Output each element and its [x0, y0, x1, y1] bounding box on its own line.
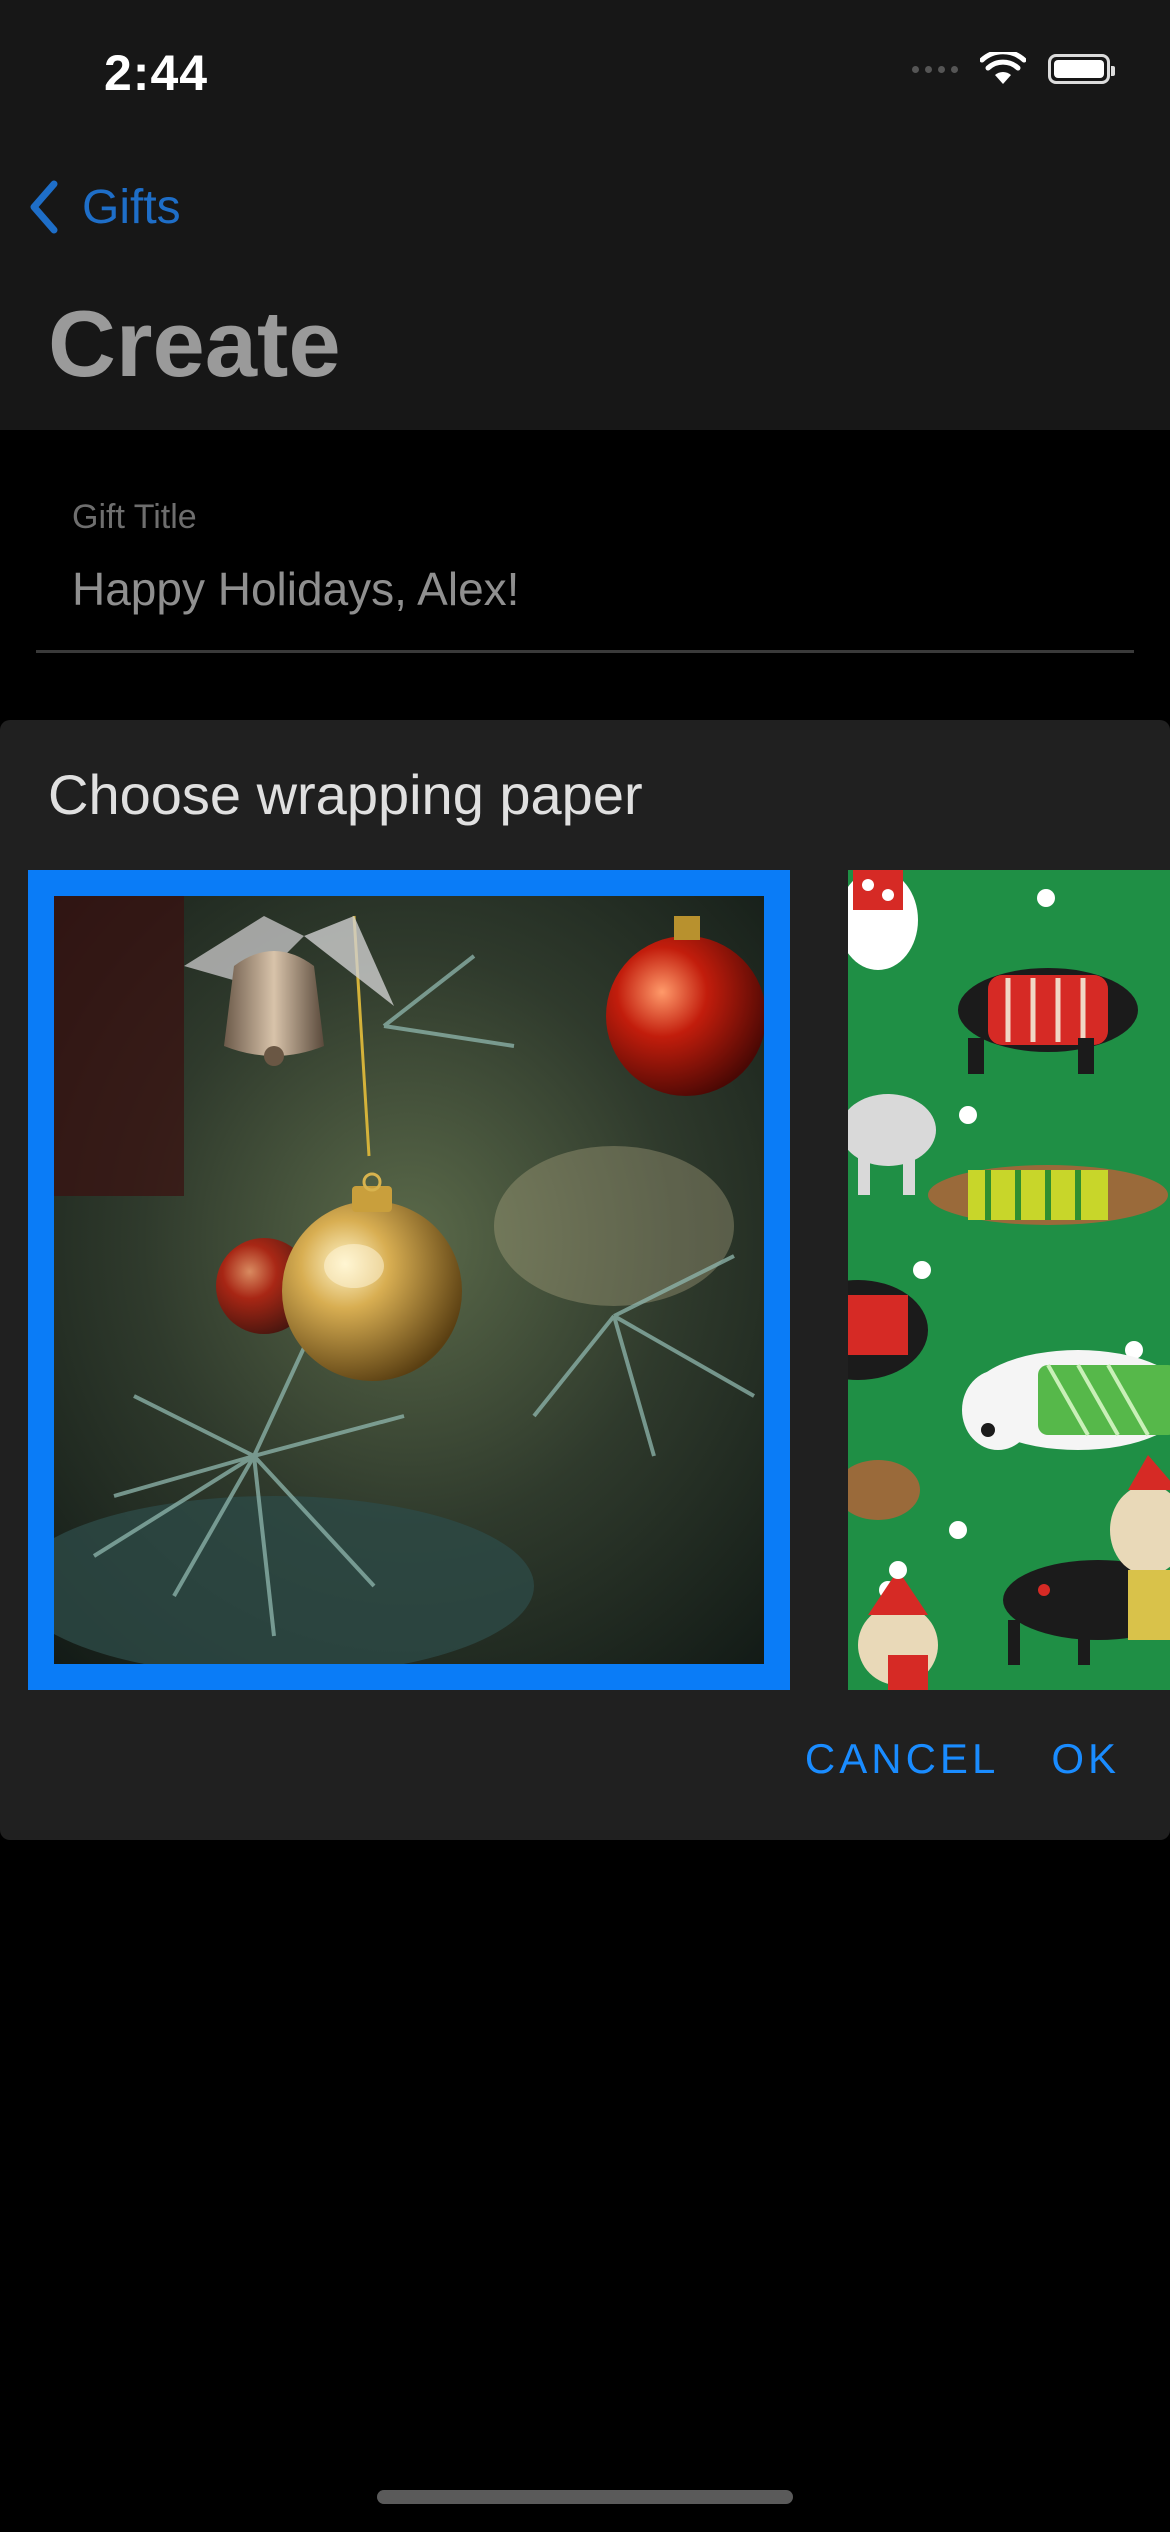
ornaments-image [54, 896, 764, 1664]
home-indicator [377, 2490, 793, 2504]
wrapping-paper-carousel[interactable] [0, 870, 1170, 1690]
back-button-label: Gifts [82, 180, 181, 234]
ok-button[interactable]: OK [1051, 1735, 1120, 1783]
dogs-pattern-image [848, 870, 1170, 1690]
wrapping-paper-option-ornaments[interactable] [28, 870, 790, 1690]
status-time: 2:44 [104, 45, 209, 101]
wifi-icon [980, 52, 1026, 84]
battery-icon [1048, 54, 1115, 84]
back-button[interactable]: Gifts [26, 178, 181, 236]
gift-title-underline [36, 650, 1134, 653]
status-bar: 2:44 [0, 0, 1170, 150]
status-icons [912, 52, 1115, 86]
chevron-left-icon [30, 180, 58, 234]
page-title: Create [48, 291, 341, 396]
wrapping-paper-dialog: Choose wrapping paper CANCEL OK [0, 720, 1170, 1840]
dialog-title: Choose wrapping paper [48, 763, 643, 826]
gift-title-label: Gift Title [72, 498, 197, 536]
navigation-bar: Gifts Create [0, 150, 1170, 430]
gift-title-input[interactable]: Happy Holidays, Alex! [72, 562, 519, 616]
wrapping-paper-option-dogs[interactable] [848, 870, 1170, 1690]
dialog-actions: CANCEL OK [805, 1735, 1120, 1783]
cellular-signal-icon [912, 65, 958, 73]
cancel-button[interactable]: CANCEL [805, 1735, 999, 1783]
